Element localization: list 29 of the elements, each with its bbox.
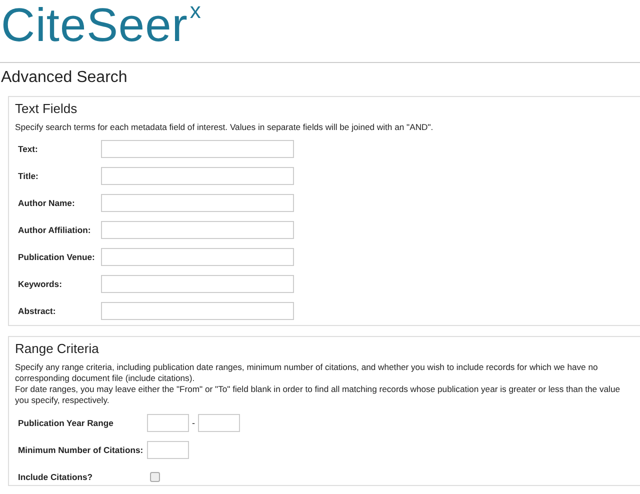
section-description: Specify any range criteria, including publication date ranges, minimum number of citations, and whether you wish to include records for which we have no corresponding document file (include citations).	[15, 362, 599, 384]
section-title: Range Criteria	[15, 341, 100, 357]
input-field[interactable]	[101, 274, 294, 292]
input-field[interactable]	[101, 194, 294, 212]
field-label: Title:	[18, 170, 40, 180]
input-field[interactable]	[101, 140, 294, 158]
field-label: Keywords:	[18, 278, 63, 288]
input-field[interactable]	[101, 302, 294, 320]
page-heading: Advanced Search	[1, 69, 128, 87]
range-separator: -	[192, 418, 195, 428]
field-label: Author Name:	[18, 198, 76, 208]
from-field[interactable]	[147, 414, 189, 432]
section-description: For date ranges, you may leave either the "From" or "To" field blank in order to find all matching records whose publication year is greater or less than the value you specify, respectively.	[15, 384, 621, 406]
section-description: Specify search terms for each metadata field of interest. Values in separate fields will be joined with an "AND".	[15, 122, 434, 133]
field-label: Minimum Number of Citations:	[18, 444, 144, 454]
input-field[interactable]	[101, 220, 294, 238]
field-label: Publication Year Range	[18, 418, 114, 428]
field-label: Text:	[18, 144, 39, 154]
field-label: Author Affiliation:	[18, 224, 92, 234]
input-field[interactable]	[101, 166, 294, 184]
site-logo[interactable]: CiteSeer$^{x}$	[1, 0, 202, 50]
input-field[interactable]	[147, 440, 189, 458]
field-label: Abstract:	[18, 306, 57, 316]
field-label: Publication Venue:	[18, 252, 96, 262]
input-field[interactable]	[101, 248, 294, 266]
to-field[interactable]	[198, 414, 240, 432]
field-label: Include Citations?	[18, 472, 94, 482]
section-title: Text Fields	[15, 101, 78, 117]
checkbox[interactable]	[150, 472, 160, 482]
